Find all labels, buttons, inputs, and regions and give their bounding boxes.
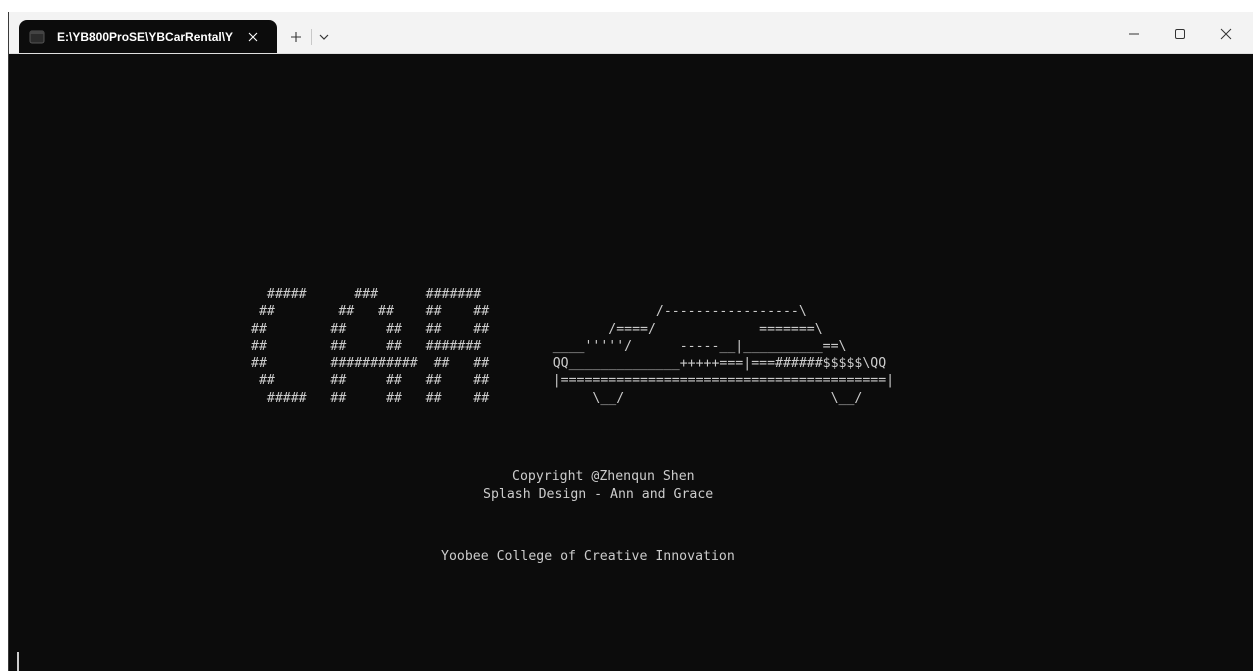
- tab-separator: [311, 29, 312, 45]
- maximize-icon: [1175, 29, 1185, 39]
- close-tab-button[interactable]: [243, 27, 263, 47]
- new-tab-button[interactable]: [285, 26, 307, 48]
- ascii-art-line: ##### ## ## ## ## \__/ \__/: [251, 390, 863, 406]
- close-icon: [1220, 28, 1232, 40]
- car-ascii-art: ##### ### ####### ## ## ## ## ## /------…: [251, 286, 894, 407]
- ascii-art-line: ## ## ## ## ## /-----------------\: [251, 304, 807, 320]
- terminal-output[interactable]: ##### ### ####### ## ## ## ## ## /------…: [9, 54, 1253, 671]
- tab-title: E:\YB800ProSE\YBCarRental\Y: [57, 29, 233, 44]
- chevron-down-icon: [319, 34, 329, 40]
- ascii-art-line: ## ## ## ## ## |========================…: [251, 373, 895, 389]
- desktop-edge-left: [0, 12, 8, 671]
- ascii-art-line: ## ## ## ####### ____'''''/ -----__|____…: [251, 338, 847, 354]
- minimize-icon: [1129, 33, 1139, 35]
- plus-icon: [291, 32, 301, 42]
- text-cursor: [17, 652, 19, 671]
- close-icon: [248, 32, 258, 41]
- minimize-button[interactable]: [1111, 18, 1157, 50]
- maximize-button[interactable]: [1157, 18, 1203, 50]
- college-text: Yoobee College of Creative Innovation: [441, 549, 735, 564]
- tab-dropdown-button[interactable]: [315, 26, 333, 48]
- title-bar[interactable]: E:\YB800ProSE\YBCarRental\Y: [9, 12, 1253, 54]
- terminal-window: E:\YB800ProSE\YBCarRental\Y ##### ### ##…: [8, 12, 1253, 671]
- ascii-art-line: ## ## ## ## ## /====/ =======\: [251, 321, 823, 337]
- splash-design-text: Splash Design - Ann and Grace: [483, 487, 714, 502]
- close-window-button[interactable]: [1203, 18, 1249, 50]
- tab-active[interactable]: E:\YB800ProSE\YBCarRental\Y: [19, 20, 277, 53]
- desktop-edge-top: [0, 0, 1253, 12]
- terminal-icon: [29, 29, 45, 45]
- ascii-art-line: ## ########### ## ## QQ______________+++…: [251, 356, 887, 372]
- ascii-art-line: ##### ### #######: [251, 287, 482, 302]
- copyright-text: Copyright @Zhenqun Shen: [512, 469, 695, 484]
